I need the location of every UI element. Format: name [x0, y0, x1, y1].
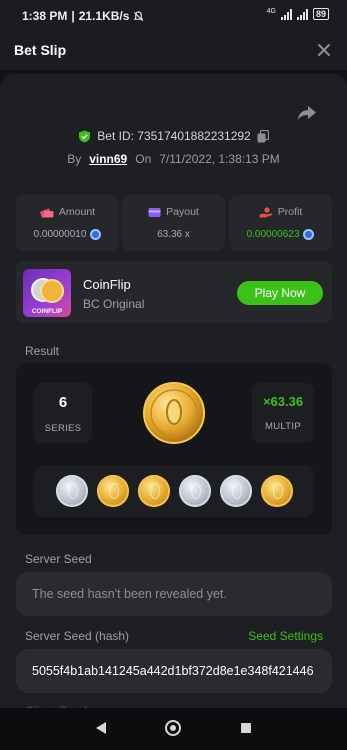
status-separator: | — [71, 9, 75, 23]
multiplier-label: MULTIP — [265, 421, 301, 432]
series-value: 6 — [58, 394, 68, 411]
gold-coin-icon — [260, 475, 293, 507]
server-seed-placeholder: The seed hasn't been revealed yet. — [32, 587, 227, 601]
bet-meta-row: By vinn69 On 7/11/2022, 1:38:13 PM — [0, 152, 347, 166]
on-label: On — [135, 152, 152, 166]
silver-coin-icon — [219, 475, 252, 507]
back-icon[interactable] — [96, 722, 106, 734]
wallet-icon — [148, 207, 161, 217]
page-title: Bet Slip — [14, 42, 67, 58]
seed-settings-link[interactable]: Seed Settings — [248, 629, 323, 643]
amount-header: Amount — [16, 206, 119, 218]
status-right: 4G 89 — [267, 8, 329, 20]
signal-icon-2 — [296, 8, 308, 20]
currency-coin-icon — [90, 229, 102, 240]
battery-icon: 89 — [312, 8, 329, 20]
coin-history-row — [34, 465, 314, 517]
copy-icon[interactable] — [257, 129, 269, 143]
payout-label: Payout — [166, 206, 199, 218]
status-time: 1:38 PM — [22, 9, 68, 23]
coinflip-thumbnail: COINFLIP — [23, 269, 71, 317]
amount-value-row: 0.00000010 — [16, 229, 119, 240]
gold-coin-icon — [96, 475, 129, 507]
mute-bell-icon — [134, 10, 144, 21]
close-icon[interactable] — [315, 41, 333, 59]
payout-header: Payout — [122, 206, 225, 218]
game-card: COINFLIP CoinFlip BC Original Play Now — [16, 261, 332, 323]
play-now-button[interactable]: Play Now — [237, 281, 323, 305]
server-seed-label: Server Seed — [25, 552, 92, 566]
profit-hand-icon — [259, 206, 272, 217]
multiplier-box: ×63.36 MULTIP — [252, 383, 314, 443]
status-left: 1:38 PM | 21.1KB/s — [22, 9, 144, 23]
silver-coin-icon — [55, 475, 88, 507]
bet-id: Bet ID: 73517401882231292 — [97, 129, 251, 143]
username-link[interactable]: vinn69 — [89, 152, 127, 166]
silver-coin-icon — [178, 475, 211, 507]
status-bar: 1:38 PM | 21.1KB/s 4G 89 — [0, 0, 347, 32]
recent-apps-icon[interactable] — [241, 723, 251, 733]
by-label: By — [67, 152, 82, 166]
network-type: 4G — [266, 8, 276, 15]
profit-value-row: 0.00000623 — [229, 229, 332, 240]
multiplier-value: ×63.36 — [262, 394, 304, 409]
server-seed-hash-value: 5055f4b1ab141245a442d1bf372d8e1e348f4214… — [32, 664, 314, 678]
profit-header: Profit — [229, 206, 332, 218]
thumb-caption: COINFLIP — [32, 308, 63, 315]
amount-value: 0.00000010 — [33, 229, 87, 240]
money-icon — [40, 208, 54, 218]
server-seed-hash-label: Server Seed (hash) — [25, 629, 130, 643]
bet-id-row: Bet ID: 73517401882231292 — [0, 129, 347, 143]
header: Bet Slip — [0, 32, 347, 70]
profit-label: Profit — [277, 206, 303, 218]
server-seed-hash-field[interactable]: 5055f4b1ab141245a442d1bf372d8e1e348f4214… — [16, 649, 332, 693]
verified-shield-icon — [79, 130, 91, 142]
game-subtitle: BC Original — [83, 297, 145, 311]
gold-coin-icon — [143, 382, 205, 444]
series-box: 6 SERIES — [34, 383, 92, 443]
profit-value: 0.00000623 — [246, 229, 300, 240]
gold-coin-icon — [137, 475, 170, 507]
server-seed-field: The seed hasn't been revealed yet. — [16, 572, 332, 616]
bet-slip-sheet: Bet ID: 73517401882231292 By vinn69 On 7… — [0, 74, 347, 718]
coin-stack-icon: COINFLIP — [31, 278, 64, 315]
result-label: Result — [25, 344, 60, 358]
payout-value-row: 63.36 x — [122, 229, 225, 240]
share-icon[interactable] — [297, 104, 317, 122]
payout-value: 63.36 x — [157, 229, 190, 240]
amount-label: Amount — [58, 206, 96, 218]
profit-card: Profit 0.00000623 — [229, 195, 332, 251]
amount-card: Amount 0.00000010 — [16, 195, 119, 251]
result-panel: 6 SERIES ×63.36 MULTIP — [16, 363, 332, 535]
game-name: CoinFlip — [83, 277, 131, 292]
bet-datetime: 7/11/2022, 1:38:13 PM — [159, 152, 280, 166]
signal-icon — [280, 8, 292, 20]
payout-card: Payout 63.36 x — [122, 195, 225, 251]
series-label: SERIES — [44, 423, 82, 434]
currency-coin-icon — [303, 229, 315, 240]
home-icon[interactable] — [165, 720, 181, 736]
system-nav-bar — [0, 708, 347, 750]
status-speed: 21.1KB/s — [78, 9, 130, 23]
